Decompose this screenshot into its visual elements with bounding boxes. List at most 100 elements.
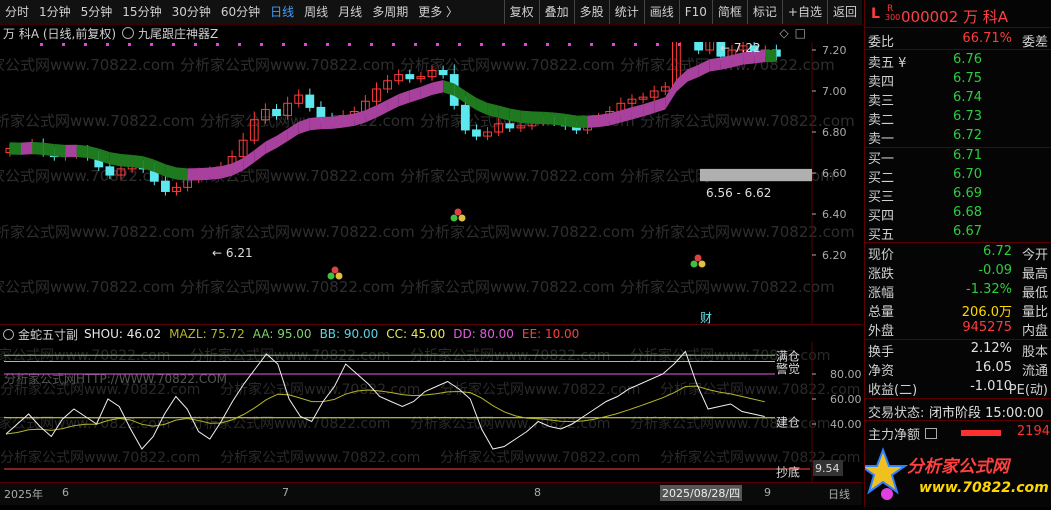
ribbon-segment	[76, 144, 88, 159]
net-row: 主力净额 2194	[865, 424, 1051, 443]
period-tab-9[interactable]: 多周期	[367, 0, 413, 24]
list-icon[interactable]	[925, 428, 937, 439]
panel-divider	[865, 339, 1051, 340]
panel-divider	[865, 49, 1051, 50]
bid-row-4[interactable]: 买五 6.67	[865, 224, 1051, 243]
time-label-jul: 7	[282, 486, 289, 499]
watermark-text: 分析家公式网www.70822.com	[640, 223, 855, 241]
stat2-row-0: 换手 2.12% 股本	[865, 341, 1051, 360]
bid-price: 6.70	[953, 167, 982, 182]
diamond-icon[interactable]: ◇	[779, 26, 788, 40]
square-icon[interactable]: □	[795, 26, 806, 40]
signal-dot	[62, 43, 65, 46]
ask-row-1[interactable]: 卖四 6.75	[865, 71, 1051, 90]
tool-button-7[interactable]: 标记	[746, 0, 782, 24]
ask-row-0[interactable]: 卖五 ¥ 6.76	[865, 52, 1051, 71]
ask-row-3[interactable]: 卖二 6.73	[865, 109, 1051, 128]
kline-chart[interactable]: 分析家公式网www.70822.com 分析家公式网www.70822.com 分析…	[0, 42, 862, 324]
candle-body	[694, 42, 704, 51]
signal-dot	[502, 43, 505, 46]
tool-button-8[interactable]: +自选	[781, 0, 827, 24]
trade-status-row: 交易状态: 闭市阶段 15:00:00	[865, 402, 1051, 421]
logo-url: www.70822.com	[919, 480, 1049, 496]
stat2-label: 换手	[868, 345, 895, 360]
ribbon-segment	[520, 110, 532, 124]
tool-button-5[interactable]: F10	[678, 0, 712, 24]
sub-indicator-chart[interactable]: 分析家公式网www.70822.com分析家公式网www.70822.com分析…	[0, 342, 862, 482]
stat-label: 外盘	[868, 324, 895, 339]
trade-status-value: 闭市阶段 15:00:00	[929, 406, 1044, 421]
aa-value: AA: 95.00	[252, 327, 312, 341]
ribbon-segment	[420, 82, 433, 99]
period-tab-8[interactable]: 月线	[333, 0, 367, 24]
sub-indicator-name[interactable]: 金蛇五寸副	[18, 326, 78, 343]
mazl-value: MAZL: 75.72	[169, 327, 245, 341]
ask-label: 卖一	[868, 132, 895, 147]
ribbon-segment	[176, 167, 188, 181]
bid-row-2[interactable]: 买三 6.69	[865, 186, 1051, 205]
tool-button-6[interactable]: 简框	[711, 0, 747, 24]
logo-circle	[881, 488, 893, 500]
period-tab-6[interactable]: 日线	[265, 0, 299, 24]
ribbon-segment	[276, 128, 288, 149]
signal-dot	[216, 43, 219, 46]
period-tab-0[interactable]: 分时	[0, 0, 34, 24]
quote-panel: L R 300 000002 万 科A 委比 66.71% 委差 卖五 ¥ 6.76 卖四 6…	[857, 0, 1051, 507]
panel-divider	[865, 242, 1051, 243]
price-label: 6.40	[822, 208, 847, 221]
signal-dot	[568, 43, 571, 46]
tool-button-3[interactable]: 统计	[608, 0, 644, 24]
period-tab-7[interactable]: 周线	[299, 0, 333, 24]
ribbon-segment	[554, 112, 566, 127]
bid-row-1[interactable]: 买二 6.70	[865, 167, 1051, 186]
candle-body	[272, 108, 281, 117]
tool-button-9[interactable]: 返回	[826, 0, 862, 24]
ask-row-4[interactable]: 卖一 6.72	[865, 128, 1051, 147]
period-tab-2[interactable]: 5分钟	[76, 0, 118, 24]
net-bar	[961, 430, 1001, 436]
bid-row-0[interactable]: 买一 6.71	[865, 148, 1051, 167]
weibi-row: 委比 66.71% 委差	[865, 31, 1051, 50]
signal-dot	[480, 43, 483, 46]
badge-num: 300	[885, 13, 901, 22]
ribbon-segment	[709, 57, 721, 72]
tool-button-1[interactable]: 叠加	[538, 0, 574, 24]
stat-right-label: 内盘	[1021, 324, 1048, 339]
period-tab-3[interactable]: 15分钟	[117, 0, 166, 24]
ask-price: 6.72	[953, 128, 982, 143]
stat-value: 206.0万	[961, 305, 1012, 320]
circle-icon[interactable]	[3, 328, 14, 340]
ask-row-2[interactable]: 卖三 6.74	[865, 90, 1051, 109]
period-tab-1[interactable]: 1分钟	[34, 0, 76, 24]
ask-price: 6.73	[953, 109, 982, 124]
chart-header: 万 科A (日线,前复权) 九尾跟庄神器Z ◇ □	[0, 24, 862, 42]
bid-row-3[interactable]: 买四 6.68	[865, 205, 1051, 224]
signal-dot	[260, 43, 263, 46]
ribbon-segment	[20, 141, 33, 155]
price-range-label: 6.56 - 6.62	[706, 186, 771, 200]
weibi-value: 66.71%	[962, 31, 1012, 46]
watermark-text: 分析家公式网www.70822.com	[200, 223, 415, 241]
panel-divider	[865, 398, 1051, 399]
signal-dot	[546, 43, 549, 46]
trefoil-icon	[450, 214, 458, 222]
stat-label: 总量	[868, 305, 895, 320]
candle-body	[438, 70, 448, 76]
signal-dot	[128, 43, 131, 46]
tool-button-2[interactable]: 多股	[573, 0, 609, 24]
period-tab-4[interactable]: 30分钟	[167, 0, 216, 24]
time-label-year: 2025年	[4, 488, 43, 501]
period-tab-10[interactable]: 更多 〉	[413, 0, 463, 24]
tool-button-0[interactable]: 复权	[503, 0, 539, 24]
shou-value: SHOU: 46.02	[84, 327, 162, 341]
time-axis-period: 日线	[828, 488, 850, 501]
high-price-label: ← 7.22	[720, 42, 761, 55]
zone-label: 警觉	[776, 361, 800, 376]
tool-button-4[interactable]: 画线	[643, 0, 679, 24]
period-tab-5[interactable]: 60分钟	[216, 0, 265, 24]
watermark-text: 分析家公式网www.70822.com	[180, 56, 395, 74]
circle-icon[interactable]	[122, 27, 135, 39]
ask-label: 卖四	[868, 75, 895, 90]
indicator-title[interactable]: 九尾跟庄神器Z	[138, 25, 218, 42]
ribbon-segment	[409, 86, 421, 103]
